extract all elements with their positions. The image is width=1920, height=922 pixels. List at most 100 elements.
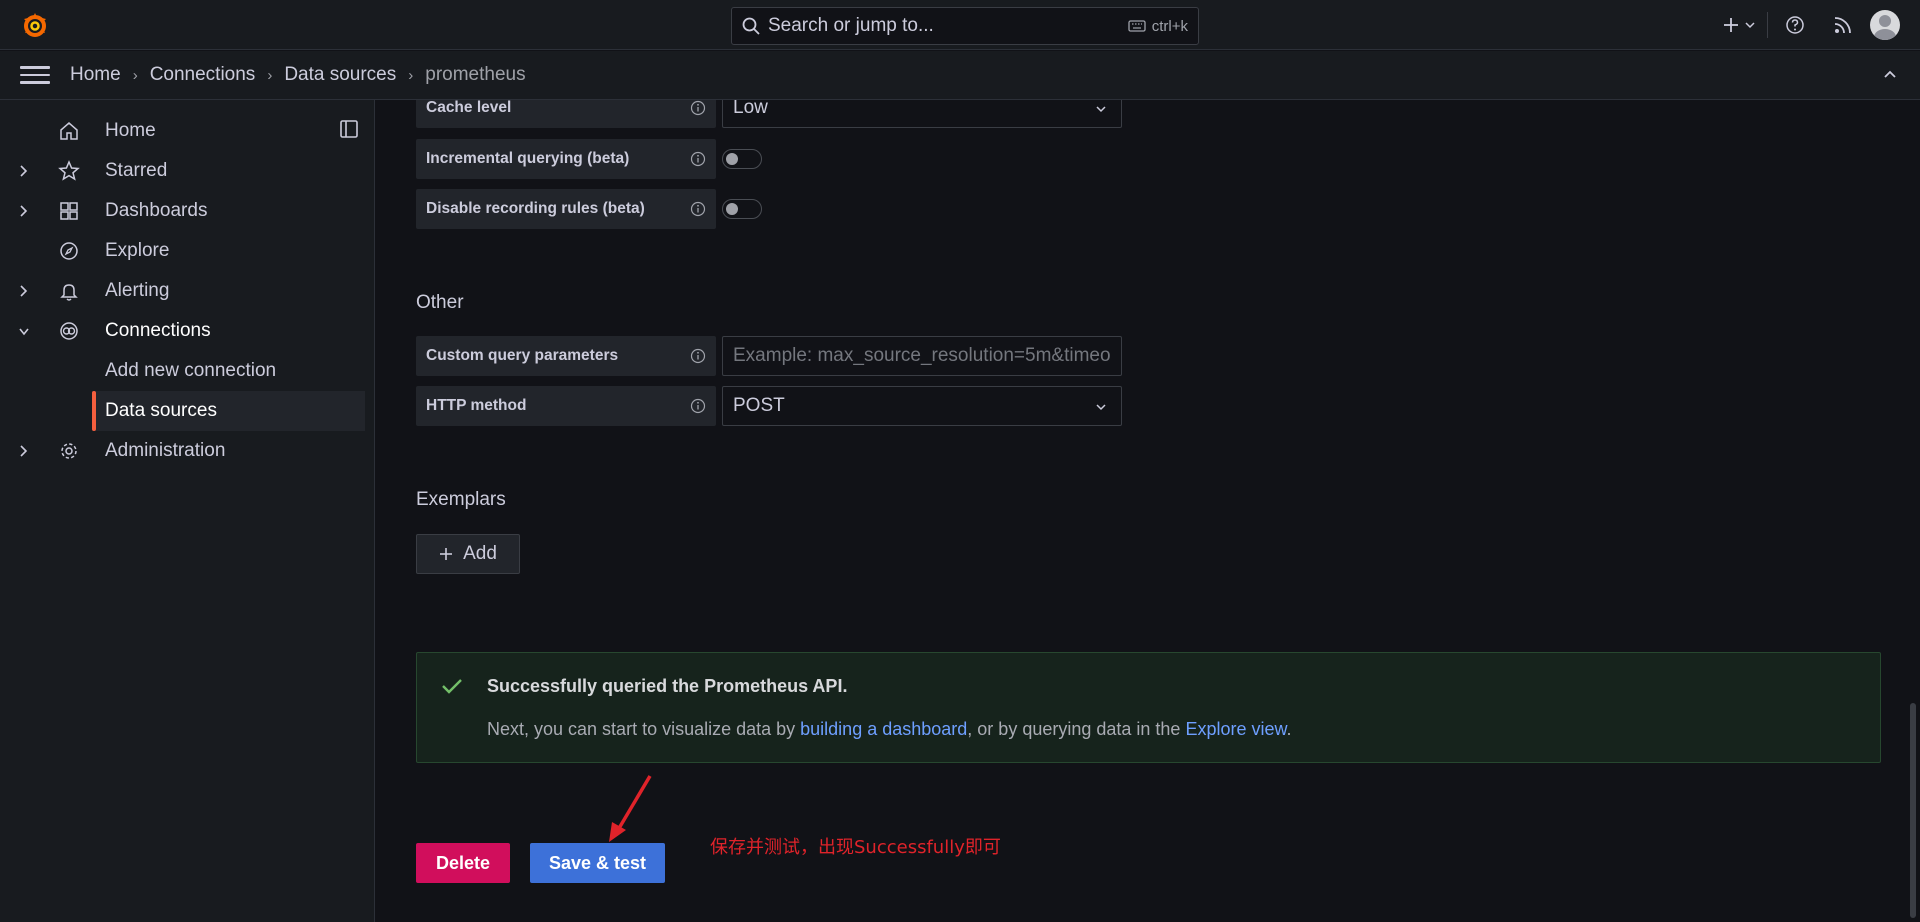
bell-icon <box>60 284 78 301</box>
chevron-down-icon <box>1745 22 1755 29</box>
cache-level-label: Cache level <box>426 100 512 116</box>
disable-recording-rules-toggle[interactable] <box>722 199 762 219</box>
info-icon[interactable] <box>690 398 706 414</box>
chevron-right-icon <box>20 205 28 217</box>
custom-query-params-input[interactable]: Example: max_source_resolution=5m&timeou… <box>722 336 1122 376</box>
field-label: Custom query parameters <box>416 336 716 376</box>
incremental-querying-label: Incremental querying (beta) <box>426 150 630 167</box>
help-icon <box>1786 16 1804 34</box>
breadcrumb-data-sources[interactable]: Data sources <box>284 64 396 86</box>
grafana-logo-icon[interactable] <box>20 10 50 40</box>
sidebar-item-data-sources[interactable]: Data sources <box>92 391 365 431</box>
sidebar-item-add-new-connection[interactable]: Add new connection <box>0 351 365 391</box>
breadcrumb-separator: › <box>267 66 273 84</box>
sidebar-item-alerting[interactable]: Alerting <box>0 271 365 311</box>
annotation-text: 保存并测试，出现Successfully即可 <box>710 837 1001 858</box>
info-icon[interactable] <box>690 201 706 217</box>
add-button-label: Add <box>463 543 497 564</box>
menu-icon-line <box>20 81 50 84</box>
breadcrumb-home[interactable]: Home <box>70 64 121 86</box>
shortcut-text: ctrl+k <box>1151 17 1188 35</box>
sidebar-item-label: Dashboards <box>105 200 208 221</box>
divider <box>1767 12 1768 38</box>
sidebar-item-connections[interactable]: Connections <box>0 311 365 351</box>
help-button[interactable] <box>1780 7 1810 43</box>
field-label: Cache level <box>416 100 716 128</box>
sidebar-item-explore[interactable]: Explore <box>0 231 365 271</box>
http-method-select[interactable]: POST <box>722 386 1122 426</box>
field-label: Disable recording rules (beta) <box>416 189 716 229</box>
incremental-querying-toggle[interactable] <box>722 149 762 169</box>
top-bar: Search or jump to... ctrl+k <box>0 0 1920 50</box>
sidebar-item-dashboards[interactable]: Dashboards <box>0 191 365 231</box>
user-avatar[interactable] <box>1870 10 1900 40</box>
star-icon <box>58 160 80 181</box>
http-method-row: HTTP method POST <box>416 386 1122 426</box>
add-exemplar-button[interactable]: Add <box>416 534 520 574</box>
alert-text: . <box>1286 719 1292 739</box>
plus-icon <box>1724 18 1738 32</box>
sidebar-item-label: Home <box>105 120 156 141</box>
breadcrumb-connections[interactable]: Connections <box>150 64 256 86</box>
home-icon <box>60 122 78 140</box>
compass-icon <box>60 242 78 260</box>
info-icon[interactable] <box>690 100 706 116</box>
chevron-up-icon[interactable] <box>1882 66 1898 82</box>
sidebar-item-label: Explore <box>105 240 170 261</box>
chevron-right-icon <box>20 285 28 297</box>
cache-level-row: Cache level Low <box>416 100 1122 128</box>
breadcrumb-bar: Home › Connections › Data sources › prom… <box>0 51 1920 100</box>
sidebar-item-label: Data sources <box>105 400 217 421</box>
breadcrumb-separator: › <box>132 66 138 84</box>
keyboard-icon <box>1128 20 1146 32</box>
menu-icon-line <box>20 66 50 69</box>
cache-level-value: Low <box>733 100 768 118</box>
building-dashboard-link[interactable]: building a dashboard <box>800 719 967 739</box>
scrollbar[interactable] <box>1910 703 1916 918</box>
sidebar-item-administration[interactable]: Administration <box>0 431 365 471</box>
incremental-querying-row: Incremental querying (beta) <box>416 139 762 179</box>
success-alert: Successfully queried the Prometheus API.… <box>416 652 1881 763</box>
plus-icon <box>440 548 453 560</box>
menu-toggle-button[interactable] <box>20 66 50 84</box>
chevron-right-icon <box>20 445 28 457</box>
annotation-arrow-icon <box>609 775 652 842</box>
gear-icon <box>61 443 77 459</box>
disable-recording-rules-label: Disable recording rules (beta) <box>426 200 645 217</box>
chevron-right-icon <box>20 165 28 177</box>
sidebar-item-label: Administration <box>105 440 226 461</box>
search-input[interactable]: Search or jump to... ctrl+k <box>731 7 1199 45</box>
search-icon <box>742 17 760 35</box>
alert-text: , or by querying data in the <box>967 719 1186 739</box>
new-button[interactable] <box>1723 7 1755 43</box>
save-and-test-button[interactable]: Save & test <box>530 843 665 883</box>
info-icon[interactable] <box>690 348 706 364</box>
delete-button[interactable]: Delete <box>416 843 510 883</box>
sidebar-item-home[interactable]: Home <box>0 111 365 151</box>
info-icon[interactable] <box>690 151 706 167</box>
other-section-title: Other <box>416 292 464 313</box>
shortcut-hint: ctrl+k <box>1128 18 1188 35</box>
menu-icon-line <box>20 73 50 77</box>
field-label: Incremental querying (beta) <box>416 139 716 179</box>
disable-recording-rules-row: Disable recording rules (beta) <box>416 189 762 229</box>
cache-level-select[interactable]: Low <box>722 100 1122 128</box>
sidebar-item-label: Starred <box>105 160 168 181</box>
breadcrumb-current: prometheus <box>425 64 526 85</box>
breadcrumb-separator: › <box>408 66 414 84</box>
sidebar-item-starred[interactable]: Starred <box>0 151 365 191</box>
exemplars-section-title: Exemplars <box>416 489 506 510</box>
custom-query-params-placeholder: Example: max_source_resolution=5m&timeou… <box>733 345 1111 366</box>
custom-query-params-label: Custom query parameters <box>426 347 619 364</box>
top-actions <box>1723 0 1920 50</box>
sidebar-item-label: Connections <box>105 320 211 341</box>
news-button[interactable] <box>1828 7 1858 43</box>
chevron-down-icon <box>1096 106 1106 113</box>
chevron-down-icon <box>1096 404 1106 411</box>
sidebar-item-label: Add new connection <box>105 360 277 381</box>
http-method-value: POST <box>733 395 785 416</box>
field-label: HTTP method <box>416 386 716 426</box>
explore-view-link[interactable]: Explore view <box>1185 719 1286 739</box>
search-placeholder: Search or jump to... <box>768 15 934 36</box>
dashboards-icon <box>60 202 78 220</box>
